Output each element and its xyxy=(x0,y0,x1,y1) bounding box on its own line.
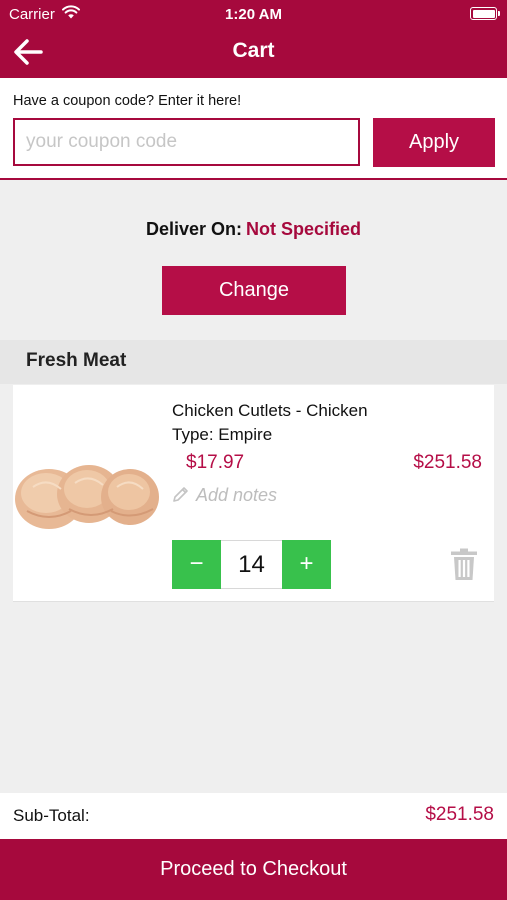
quantity-value[interactable]: 14 xyxy=(221,541,282,588)
product-image xyxy=(15,465,159,529)
subtotal-bar: Sub-Total: $251.58 xyxy=(0,793,507,839)
subtotal-amount: $251.58 xyxy=(425,804,494,825)
page-title: Cart xyxy=(232,39,275,62)
category-title: Fresh Meat xyxy=(26,350,127,371)
status-bar: Carrier 1:20 AM xyxy=(0,0,507,28)
quantity-stepper: − 14 + xyxy=(172,540,331,589)
deliver-on-value: Not Specified xyxy=(246,219,362,239)
decrement-button[interactable]: − xyxy=(172,540,221,589)
subtotal-label: Sub-Total: xyxy=(13,806,90,825)
change-delivery-button[interactable]: Change xyxy=(162,266,346,315)
product-type-line: Type: Empire xyxy=(172,425,273,444)
deliver-on-label: Deliver On: xyxy=(145,219,242,239)
coupon-input[interactable] xyxy=(13,118,360,166)
coupon-panel: Have a coupon code? Enter it here! Apply xyxy=(0,78,507,180)
category-header: Fresh Meat xyxy=(0,340,507,384)
add-notes-link[interactable]: Add notes xyxy=(172,485,277,506)
cart-item: Chicken Cutlets - Chicken Type: Empire $… xyxy=(13,385,494,602)
clock: 1:20 AM xyxy=(225,6,282,23)
increment-button[interactable]: + xyxy=(282,540,331,589)
line-total: $251.58 xyxy=(413,452,482,473)
product-name-line: Chicken Cutlets - Chicken xyxy=(172,401,368,420)
product-name: Chicken Cutlets - Chicken Type: Empire xyxy=(172,399,368,447)
add-notes-label: Add notes xyxy=(196,485,278,505)
proceed-to-checkout-button[interactable]: Proceed to Checkout xyxy=(0,839,507,900)
pencil-icon xyxy=(173,487,188,502)
trash-icon[interactable] xyxy=(449,547,479,581)
app-header: Carrier 1:20 AM Cart xyxy=(0,0,507,78)
apply-button[interactable]: Apply xyxy=(373,118,495,167)
unit-price: $17.97 xyxy=(186,452,245,473)
coupon-prompt: Have a coupon code? Enter it here! xyxy=(13,93,242,109)
delivery-info: Deliver On: Not Specified xyxy=(0,219,507,240)
battery-icon xyxy=(470,7,500,20)
